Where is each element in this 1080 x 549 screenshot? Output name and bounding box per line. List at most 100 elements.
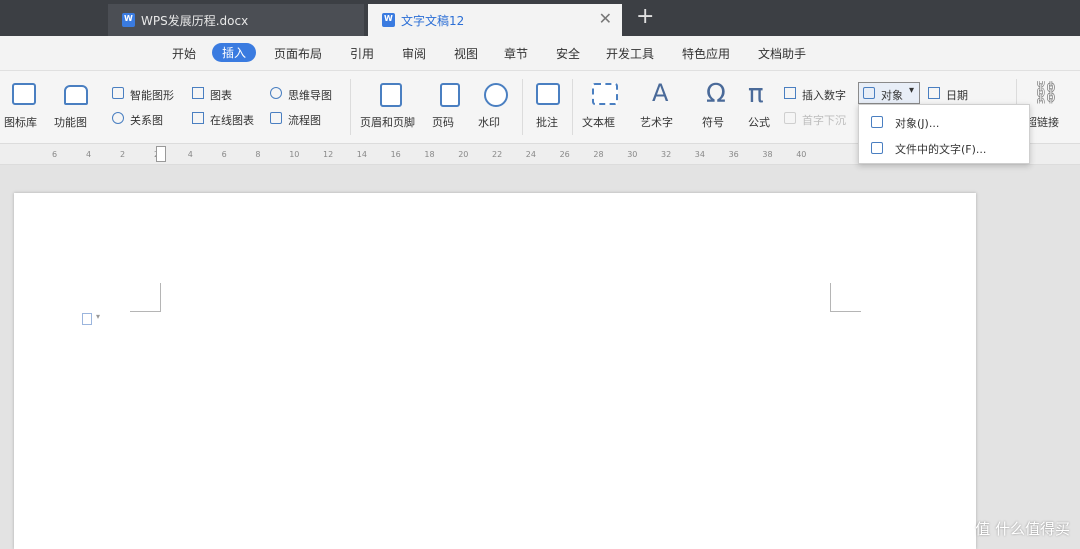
relation-chart-button[interactable]: 关系图 [130, 112, 163, 128]
menu-insert[interactable]: 插入 [212, 43, 257, 62]
object-label: 对象 [881, 89, 903, 102]
wordart-icon: A [652, 79, 669, 107]
margin-corner-left [130, 283, 161, 312]
page-number-icon [440, 83, 460, 107]
grid-icon [12, 83, 36, 105]
menu-view[interactable]: 视图 [454, 45, 478, 62]
mind-map-icon [270, 87, 282, 99]
header-footer-icon [380, 83, 402, 107]
chart-box-icon [64, 85, 88, 105]
ruler-tick-label: 32 [661, 150, 672, 159]
file-text-icon [871, 142, 883, 154]
chart-icon [192, 87, 204, 99]
new-tab-plus-icon[interactable]: + [636, 5, 654, 29]
tab-label: WPS发展历程.docx [141, 13, 249, 28]
relation-icon [112, 112, 124, 124]
textbox-label: 文本框 [582, 116, 615, 129]
omega-icon: Ω [706, 79, 726, 109]
separator [350, 79, 351, 135]
insert-number-icon [784, 87, 796, 99]
ruler-tick-label: 36 [728, 150, 739, 159]
watermark-label: 水印 [478, 116, 500, 129]
flowchart-icon [270, 112, 282, 124]
menu-doc-assistant[interactable]: 文档助手 [758, 45, 806, 62]
header-footer-label: 页眉和页脚 [360, 116, 415, 129]
date-button[interactable]: 日期 [946, 87, 968, 103]
separator [522, 79, 523, 135]
mouse-cursor-icon: ▾ [909, 85, 915, 96]
ruler-tick-label: 4 [187, 150, 193, 159]
ruler-tick-label: 38 [762, 150, 773, 159]
chart-button[interactable]: 图表 [210, 87, 232, 103]
document-icon [122, 13, 135, 27]
menu-item-label: 文件中的文字(F)... [895, 143, 987, 156]
ruler-tick-label: 20 [458, 150, 469, 159]
drop-cap-button[interactable]: 首字下沉 [802, 112, 846, 128]
ruler-tick-label: 2 [120, 150, 126, 159]
menu-item-label: 对象(J)... [895, 117, 940, 130]
menu-developer-tools[interactable]: 开发工具 [606, 45, 654, 62]
margin-corner-right [830, 283, 861, 312]
menu-section[interactable]: 章节 [504, 45, 528, 62]
link-icon: ⛓ [1032, 81, 1060, 106]
ruler-tick-label: 26 [559, 150, 570, 159]
smart-shape-button[interactable]: 智能图形 [130, 87, 174, 103]
paragraph-mark-icon[interactable] [82, 313, 92, 325]
insert-number-button[interactable]: 插入数字 [802, 87, 846, 103]
ruler-tick-label: 10 [289, 150, 300, 159]
tab-wps-history-doc[interactable]: WPS发展历程.docx [108, 4, 364, 36]
watermark-icon [484, 83, 508, 107]
ruler-tick-label: 30 [627, 150, 638, 159]
menu-review[interactable]: 审阅 [402, 45, 426, 62]
site-watermark: 值 什么值得买 [975, 520, 1070, 538]
wordart-label: 艺术字 [640, 116, 673, 129]
menu-reference[interactable]: 引用 [350, 45, 374, 62]
ruler-tick-label: 22 [492, 150, 503, 159]
object-button[interactable]: 对象 ▾ [858, 82, 920, 104]
page-number-label: 页码 [432, 116, 454, 129]
pi-icon: π [748, 79, 764, 109]
ruler-tick-label: 8 [255, 150, 261, 159]
flowchart-button[interactable]: 流程图 [288, 112, 321, 128]
separator [572, 79, 573, 135]
ruler-tick-label: 16 [390, 150, 401, 159]
icon-library-label: 图标库 [4, 116, 37, 129]
ruler-tick-label: 6 [52, 150, 58, 159]
mind-map-button[interactable]: 思维导图 [288, 87, 332, 103]
menu-special-apps[interactable]: 特色应用 [682, 45, 730, 62]
close-icon[interactable]: ✕ [599, 11, 612, 27]
indent-marker[interactable] [156, 146, 166, 162]
menu-page-layout[interactable]: 页面布局 [274, 45, 322, 62]
ruler-tick-label: 40 [796, 150, 807, 159]
smart-shape-icon [112, 87, 124, 99]
online-chart-button[interactable]: 在线图表 [210, 112, 254, 128]
title-bar: WPS发展历程.docx 文字文稿12 ✕ + [0, 0, 1080, 36]
comment-label: 批注 [536, 116, 558, 129]
ruler-tick-label: 14 [356, 150, 367, 159]
comment-icon [536, 83, 560, 105]
object-icon [871, 116, 883, 128]
document-page[interactable]: ▾ [14, 193, 976, 549]
object-icon [863, 87, 875, 99]
ribbon-menu-tabs: 开始 插入 页面布局 引用 审阅 视图 章节 安全 开发工具 特色应用 文档助手 [0, 36, 1080, 71]
menu-security[interactable]: 安全 [556, 45, 580, 62]
chevron-down-icon[interactable]: ▾ [96, 312, 100, 321]
menu-item-text-from-file[interactable]: 文件中的文字(F)... [859, 135, 1029, 161]
ruler-tick-label: 18 [424, 150, 435, 159]
symbol-label: 符号 [702, 116, 724, 129]
ruler-tick-label: 24 [525, 150, 536, 159]
online-chart-icon [192, 112, 204, 124]
textbox-icon [592, 83, 618, 105]
ruler-tick-label: 28 [593, 150, 604, 159]
ruler-tick-label: 12 [323, 150, 334, 159]
hyperlink-label: 超链接 [1026, 116, 1059, 129]
menu-start[interactable]: 开始 [172, 45, 196, 62]
tab-label: 文字文稿12 [401, 13, 465, 28]
ruler-tick-label: 4 [86, 150, 92, 159]
ruler-tick-label: 34 [694, 150, 705, 159]
ruler-tick-label: 6 [221, 150, 227, 159]
document-icon [382, 13, 395, 27]
object-dropdown-menu: 对象(J)... 文件中的文字(F)... [858, 104, 1030, 164]
menu-item-object[interactable]: 对象(J)... [859, 109, 1029, 135]
tab-text-doc-12[interactable]: 文字文稿12 ✕ [368, 4, 622, 36]
